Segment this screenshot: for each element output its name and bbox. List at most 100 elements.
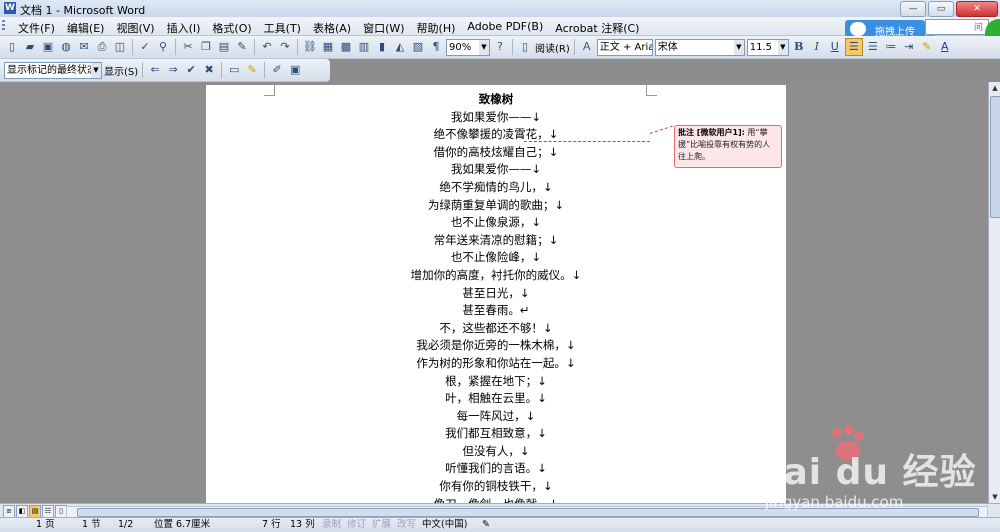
reviewing-toolbar: 显示标记的最终状态 ▼ 显示(S) ⇐ ⇒ ✔ ✖ ▭ ✎ ✐ ▣ <box>0 59 330 82</box>
comment-balloon[interactable]: 批注 [微软用户1]: 用“攀援”比喻投靠有权有势的人往上爬。 <box>674 125 782 168</box>
comment-author: 批注 [微软用户1]: <box>678 128 745 137</box>
open-folder-icon[interactable]: ▰ <box>22 39 38 55</box>
permission-icon[interactable]: ◍ <box>58 39 74 55</box>
bullets-icon[interactable]: ≔ <box>883 39 899 55</box>
minimize-button[interactable]: — <box>900 1 926 17</box>
reject-change-icon[interactable]: ✖ <box>201 62 217 78</box>
comment-connector <box>524 141 650 142</box>
menu-item[interactable]: 格式(O) <box>206 19 257 37</box>
highlight-icon[interactable]: ✎ <box>919 39 935 55</box>
status-record[interactable]: 录制 <box>322 518 341 532</box>
email-icon[interactable]: ✉ <box>76 39 92 55</box>
zoom-select[interactable]: 90% ▼ <box>446 38 490 56</box>
menu-item[interactable]: 文件(F) <box>12 19 61 37</box>
align-justify-icon[interactable]: ☰ <box>865 39 881 55</box>
menu-grip-handle[interactable] <box>2 20 5 32</box>
undo-icon[interactable]: ↶ <box>259 39 275 55</box>
spelling-status-icon[interactable]: ✎ <box>482 518 490 532</box>
poem-line: 每一阵风过，↓ <box>456 408 536 423</box>
status-track[interactable]: 修订 <box>347 518 366 532</box>
read-icon[interactable]: ▯ <box>517 39 533 55</box>
format-painter-icon[interactable]: ✎ <box>234 39 250 55</box>
font-value: 宋体 <box>657 41 678 53</box>
word-app-icon: W <box>4 2 16 14</box>
next-change-icon[interactable]: ⇒ <box>165 62 181 78</box>
previous-change-icon[interactable]: ⇐ <box>147 62 163 78</box>
menu-item[interactable]: 表格(A) <box>307 19 357 37</box>
font-size-value: 11.5 <box>749 41 773 53</box>
font-size-select[interactable]: 11.5 ▼ <box>746 38 789 56</box>
paste-icon[interactable]: ▤ <box>216 39 232 55</box>
poem-line: 你有你的铜枝铁干，↓ <box>439 479 553 494</box>
help-search-box[interactable]: 问题 <box>925 19 989 46</box>
poem-line: 根，紧握在地下；↓ <box>445 373 547 388</box>
markup-mode-select[interactable]: 显示标记的最终状态 ▼ <box>4 61 102 79</box>
toolbar-separator <box>573 39 575 55</box>
tables-borders-icon[interactable]: ▦ <box>320 39 336 55</box>
toolbar-separator <box>175 39 176 55</box>
poem-line: 我们都互相致意，↓ <box>445 426 547 441</box>
status-overtype[interactable]: 改写 <box>397 518 416 532</box>
track-changes-icon[interactable]: ✐ <box>269 62 285 78</box>
print-icon[interactable]: ⎙ <box>94 39 110 55</box>
align-center-icon[interactable]: ☰ <box>844 38 863 56</box>
poem-line: 作为树的形象和你站在一起。↓ <box>416 355 576 370</box>
insert-table-icon[interactable]: ▩ <box>338 39 354 55</box>
save-icon[interactable]: ▣ <box>40 39 56 55</box>
columns-icon[interactable]: ▮ <box>374 39 390 55</box>
print-preview-icon[interactable]: ◫ <box>112 39 128 55</box>
window-controls: — ▭ ✕ <box>900 1 998 17</box>
status-column: 13 列 <box>290 519 315 530</box>
reviewing-pane-icon[interactable]: ▣ <box>287 62 303 78</box>
new-document-icon[interactable]: ▯ <box>4 39 20 55</box>
show-markup-button[interactable]: 显示(S) <box>104 63 138 78</box>
menu-item[interactable]: 视图(V) <box>110 19 160 37</box>
poem-line: 增加你的高度，衬托你的威仪。↓ <box>410 267 582 282</box>
italic-button[interactable]: I <box>809 39 825 55</box>
vertical-scroll-thumb[interactable] <box>990 96 1000 218</box>
read-button[interactable]: 阅读(R) <box>535 40 570 55</box>
highlight-marker-icon[interactable]: ✎ <box>244 62 260 78</box>
underline-button[interactable]: U <box>827 39 843 55</box>
style-select[interactable]: 正文 + Arial <box>596 38 653 56</box>
styles-pane-icon[interactable]: Ａ <box>579 39 595 55</box>
markup-mode-value: 显示标记的最终状态 <box>7 64 97 76</box>
help-icon[interactable]: ? <box>492 39 508 55</box>
status-bar: 1 页 1 节 1/2 位置 6.7厘米 7 行 13 列 录制 修订 扩展 改… <box>0 517 1000 532</box>
drawing-icon[interactable]: ◭ <box>392 39 408 55</box>
menu-item[interactable]: Adobe PDF(B) <box>461 19 549 37</box>
menu-item[interactable]: 工具(T) <box>258 19 307 37</box>
scroll-up-icon[interactable]: ▲ <box>989 82 1000 94</box>
menu-item[interactable]: Acrobat 注释(C) <box>549 19 645 37</box>
redo-icon[interactable]: ↷ <box>277 39 293 55</box>
document-map-icon[interactable]: ▧ <box>410 39 426 55</box>
status-extend[interactable]: 扩展 <box>372 518 391 532</box>
close-button[interactable]: ✕ <box>956 1 998 17</box>
status-position: 位置 6.7厘米 <box>154 519 211 530</box>
maximize-button[interactable]: ▭ <box>928 1 954 17</box>
menu-item[interactable]: 编辑(E) <box>61 19 111 37</box>
menu-item[interactable]: 帮助(H) <box>411 19 462 37</box>
insert-excel-icon[interactable]: ▥ <box>356 39 372 55</box>
font-color-button[interactable]: A <box>937 39 953 55</box>
research-icon[interactable]: ⚲ <box>155 39 171 55</box>
font-select[interactable]: 宋体 ▼ <box>654 38 745 56</box>
zoom-value: 90% <box>449 41 472 53</box>
insert-comment-icon[interactable]: ▭ <box>226 62 242 78</box>
status-page: 1 页 <box>36 519 55 530</box>
cut-icon[interactable]: ✂ <box>180 39 196 55</box>
cloud-icon <box>850 22 866 36</box>
show-hide-icon[interactable]: ¶ <box>428 39 444 55</box>
hyperlink-icon[interactable]: ⛓ <box>302 39 318 55</box>
menu-item[interactable]: 窗口(W) <box>357 19 410 37</box>
document-page[interactable]: 致橡树 我如果爱你——↓ 绝不像攀援的凌霄花，↓ 借你的高枝炫耀自己；↓ 我如果爱你——… <box>206 85 786 511</box>
indent-icon[interactable]: ⇥ <box>901 39 917 55</box>
spelling-icon[interactable]: ✓ <box>137 39 153 55</box>
bold-button[interactable]: B <box>791 39 807 55</box>
standard-toolbar: ▯ ▰ ▣ ◍ ✉ ⎙ ◫ ✓ ⚲ ✂ ❐ ▤ ✎ ↶ ↷ ⛓ ▦ ▩ ▥ ▮ … <box>0 36 1000 59</box>
status-pages: 1/2 <box>118 519 134 530</box>
accept-change-icon[interactable]: ✔ <box>183 62 199 78</box>
menu-item[interactable]: 插入(I) <box>161 19 207 37</box>
copy-icon[interactable]: ❐ <box>198 39 214 55</box>
baidu-watermark: Bai du 经验 jingyan.baidu.com <box>745 423 995 513</box>
